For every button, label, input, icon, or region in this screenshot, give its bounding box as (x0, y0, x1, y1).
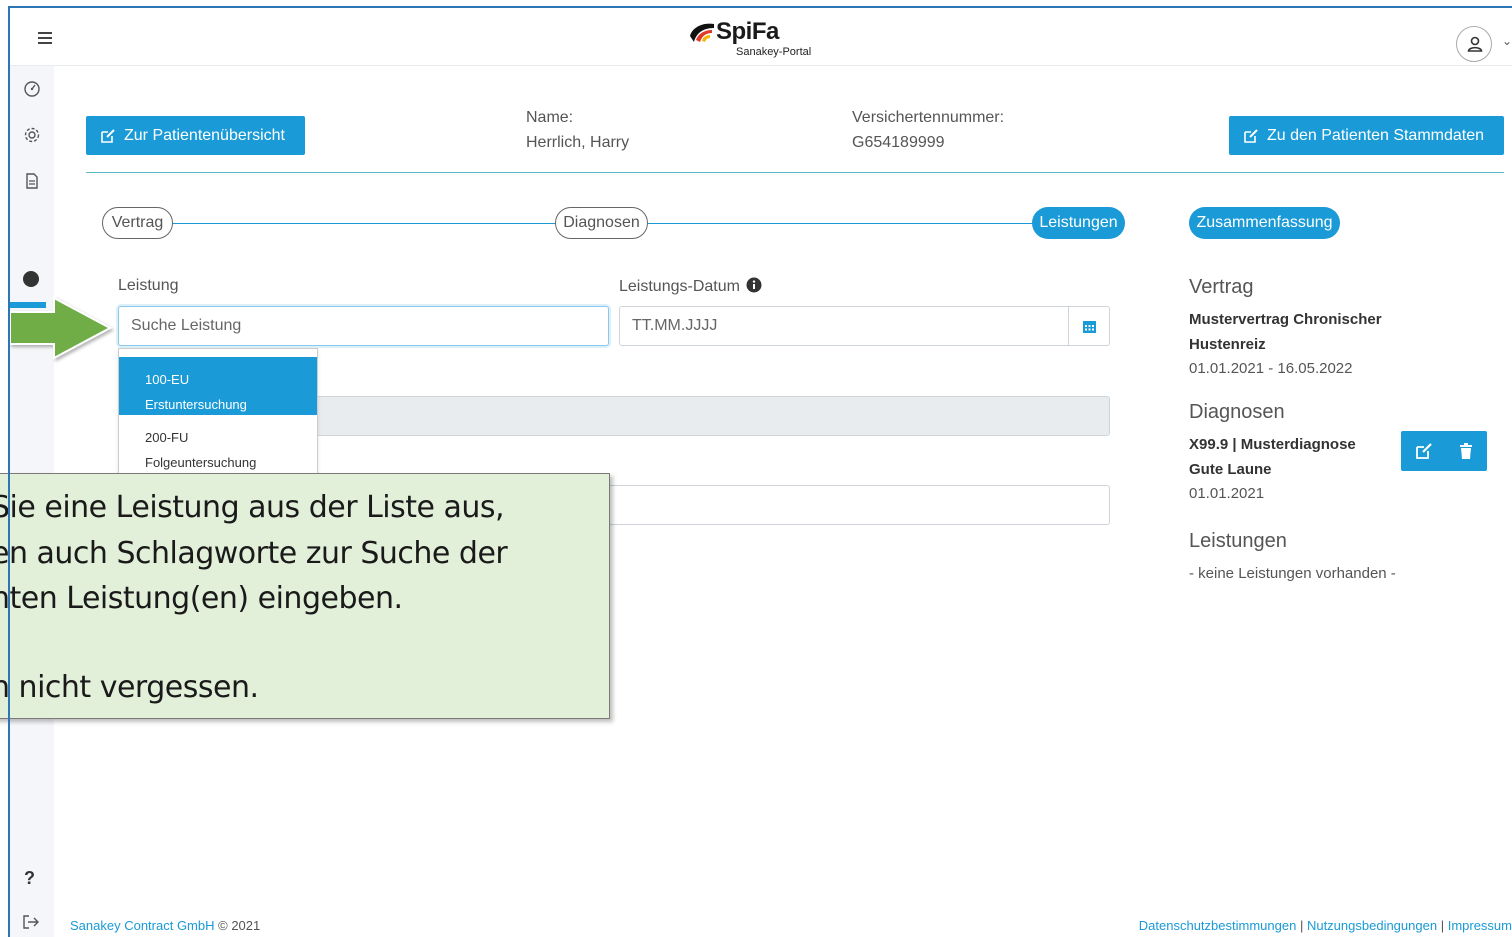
patient-master-data-label: Zu den Patienten Stammdaten (1267, 126, 1485, 144)
user-icon (1467, 36, 1483, 52)
footer-separator: | (1440, 918, 1445, 933)
summary-vertrag-dates: 01.01.2021 - 16.05.2022 (1189, 360, 1353, 377)
summary-diagnose-name-2: Gute Laune (1189, 461, 1272, 478)
leistung-search-input[interactable] (118, 306, 609, 346)
footer-copyright: © 2021 (218, 918, 261, 933)
patient-master-data-button[interactable]: Zu den Patienten Stammdaten (1229, 116, 1504, 155)
leistungs-datum-input[interactable] (619, 306, 1069, 346)
arrow-right-icon (10, 296, 113, 360)
logo-mark-icon (690, 23, 714, 42)
imprint-link[interactable]: Impressum (1448, 918, 1512, 933)
edit-icon (101, 128, 115, 143)
stepper-line (648, 223, 1032, 224)
edit-icon[interactable] (1415, 442, 1433, 460)
stepper-line (172, 223, 556, 224)
top-header: SpiFa Sanakey-Portal ⌄ (10, 8, 1512, 66)
logo[interactable]: SpiFa Sanakey-Portal (688, 18, 828, 66)
divider (86, 172, 1504, 173)
terms-link[interactable]: Nutzungsbedingungen (1307, 918, 1437, 933)
dashboard-icon[interactable] (22, 80, 42, 100)
summary-vertrag-name: Mustervertrag Chronischer (1189, 311, 1382, 328)
leistung-label: Leistung (118, 277, 179, 294)
step-zusammenfassung[interactable]: Zusammenfassung (1189, 207, 1340, 239)
patient-overview-button[interactable]: Zur Patientenübersicht (86, 116, 305, 155)
name-value: Herrlich, Harry (526, 134, 630, 151)
footer-left: Sanakey Contract GmbH © 2021 (70, 918, 260, 933)
summary-leistungen-empty: - keine Leistungen vorhanden - (1189, 565, 1396, 582)
summary-leistungen-heading: Leistungen (1189, 530, 1287, 552)
gear-icon[interactable] (22, 126, 42, 146)
summary-diagnosen-heading: Diagnosen (1189, 401, 1285, 423)
summary-vertrag-heading: Vertrag (1189, 276, 1254, 298)
footer-separator: | (1299, 918, 1304, 933)
frame-border (8, 6, 10, 937)
user-menu-button[interactable] (1456, 26, 1492, 62)
summary-vertrag-name-2: Hustenreiz (1189, 336, 1266, 353)
dropdown-item-code: 200-FU (145, 430, 189, 445)
dropdown-item[interactable]: 100-EU Erstuntersuchung (119, 357, 317, 415)
info-icon[interactable] (746, 277, 762, 293)
privacy-link[interactable]: Datenschutzbestimmungen (1139, 918, 1297, 933)
leistung-dropdown: 100-EU Erstuntersuchung 200-FU Folgeunte… (118, 348, 318, 478)
document-icon[interactable] (22, 172, 42, 192)
logo-subtitle: Sanakey-Portal (736, 46, 812, 58)
footer-company: Sanakey Contract GmbH (70, 918, 215, 933)
edit-icon (1244, 128, 1258, 143)
diagnose-actions (1401, 431, 1487, 471)
callout-line: nten Leistung(en) eingeben. (0, 581, 403, 616)
dropdown-item-code: 100-EU (145, 372, 190, 387)
chevron-down-icon[interactable]: ⌄ (1502, 34, 1512, 48)
step-leistungen[interactable]: Leistungen (1032, 207, 1125, 239)
app-frame: SpiFa Sanakey-Portal ⌄ ? Zur Patientenüb… (0, 0, 1512, 937)
footer-links: Datenschutzbestimmungen | Nutzungsbeding… (1139, 918, 1512, 933)
step-vertrag[interactable]: Vertrag (102, 207, 173, 239)
frame-border (8, 6, 1512, 8)
callout-line: en auch Schlagworte zur Suche der (0, 536, 508, 571)
leistungs-datum-label-text: Leistungs-Datum (619, 278, 740, 295)
insurance-number-label: Versichertennummer: (852, 109, 1005, 126)
menu-icon[interactable] (38, 32, 52, 44)
calendar-icon (1083, 321, 1096, 333)
help-icon[interactable]: ? (24, 868, 35, 889)
summary-diagnose-date: 01.01.2021 (1189, 485, 1265, 502)
callout-line: Sie eine Leistung aus der Liste aus, (0, 490, 505, 525)
step-diagnosen[interactable]: Diagnosen (555, 207, 648, 239)
patient-overview-label: Zur Patientenübersicht (124, 126, 285, 144)
summary-diagnose-name: X99.9 | Musterdiagnose (1189, 436, 1356, 453)
help-callout: Sie eine Leistung aus der Liste aus, en … (0, 473, 610, 719)
dropdown-item[interactable]: 200-FU Folgeuntersuchung (119, 415, 317, 473)
dropdown-item-name: Folgeuntersuchung (145, 455, 257, 470)
leistungs-datum-label: Leistungs-Datum (619, 277, 762, 296)
insurance-number-value: G654189999 (852, 134, 945, 151)
name-label: Name: (526, 109, 574, 126)
status-dot-icon[interactable] (23, 271, 39, 287)
calendar-button[interactable] (1068, 306, 1110, 346)
logout-icon[interactable] (22, 914, 40, 935)
dropdown-item-name: Erstuntersuchung (145, 397, 247, 412)
logo-title: SpiFa (716, 18, 779, 45)
callout-line: n nicht vergessen. (0, 670, 259, 705)
trash-icon[interactable] (1457, 442, 1475, 460)
